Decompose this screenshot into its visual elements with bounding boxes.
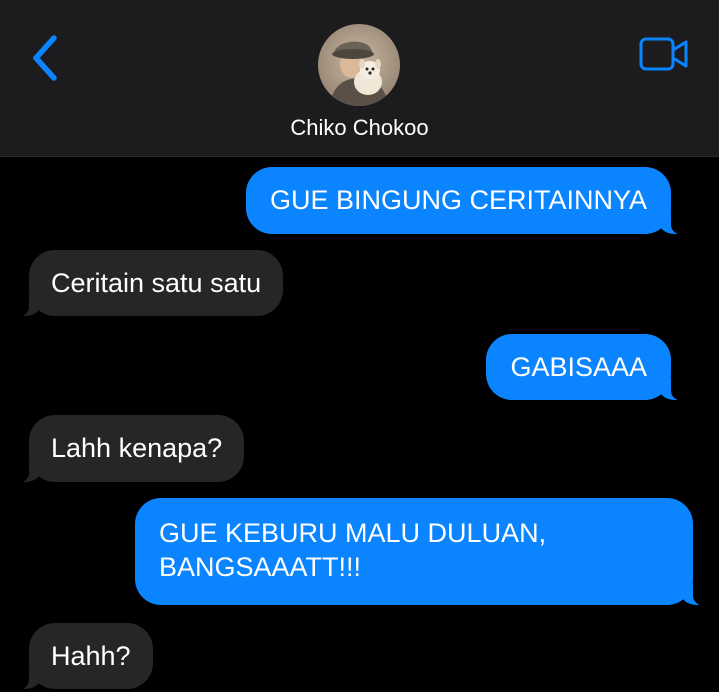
- sent-message[interactable]: GUE BINGUNG CERITAINNYA: [245, 167, 687, 235]
- contact-avatar[interactable]: [318, 24, 400, 106]
- received-message[interactable]: Hahh?: [14, 623, 153, 690]
- contact-name[interactable]: Chiko Chokoo: [0, 114, 719, 142]
- message-text: Lahh kenapa?: [51, 433, 223, 463]
- sent-message[interactable]: GABISAAA: [486, 334, 686, 401]
- sent-message[interactable]: GUE KEBURU MALU DULUAN, BANGSAAATT!!!: [135, 498, 708, 606]
- chevron-left-icon: [33, 35, 57, 81]
- message-text: GABISAAA: [510, 352, 647, 382]
- message-text: Ceritain satu satu: [51, 268, 262, 298]
- message-text: GUE BINGUNG CERITAINNYA: [269, 185, 647, 215]
- received-message[interactable]: Ceritain satu satu: [13, 250, 284, 317]
- message-text: GUE KEBURU MALU DULUAN, BANGSAAATT!!!: [159, 518, 547, 582]
- message-text: Hahh?: [51, 641, 131, 671]
- conversation-header: Chiko Chokoo: [0, 0, 719, 157]
- video-camera-icon: [639, 37, 688, 71]
- received-message[interactable]: Lahh kenapa?: [13, 415, 245, 483]
- avatar-photo: [318, 24, 400, 106]
- back-button[interactable]: [26, 32, 66, 84]
- video-call-button[interactable]: [638, 36, 690, 72]
- message-thread[interactable]: GUE BINGUNG CERITAINNYA Ceritain satu sa…: [0, 157, 719, 692]
